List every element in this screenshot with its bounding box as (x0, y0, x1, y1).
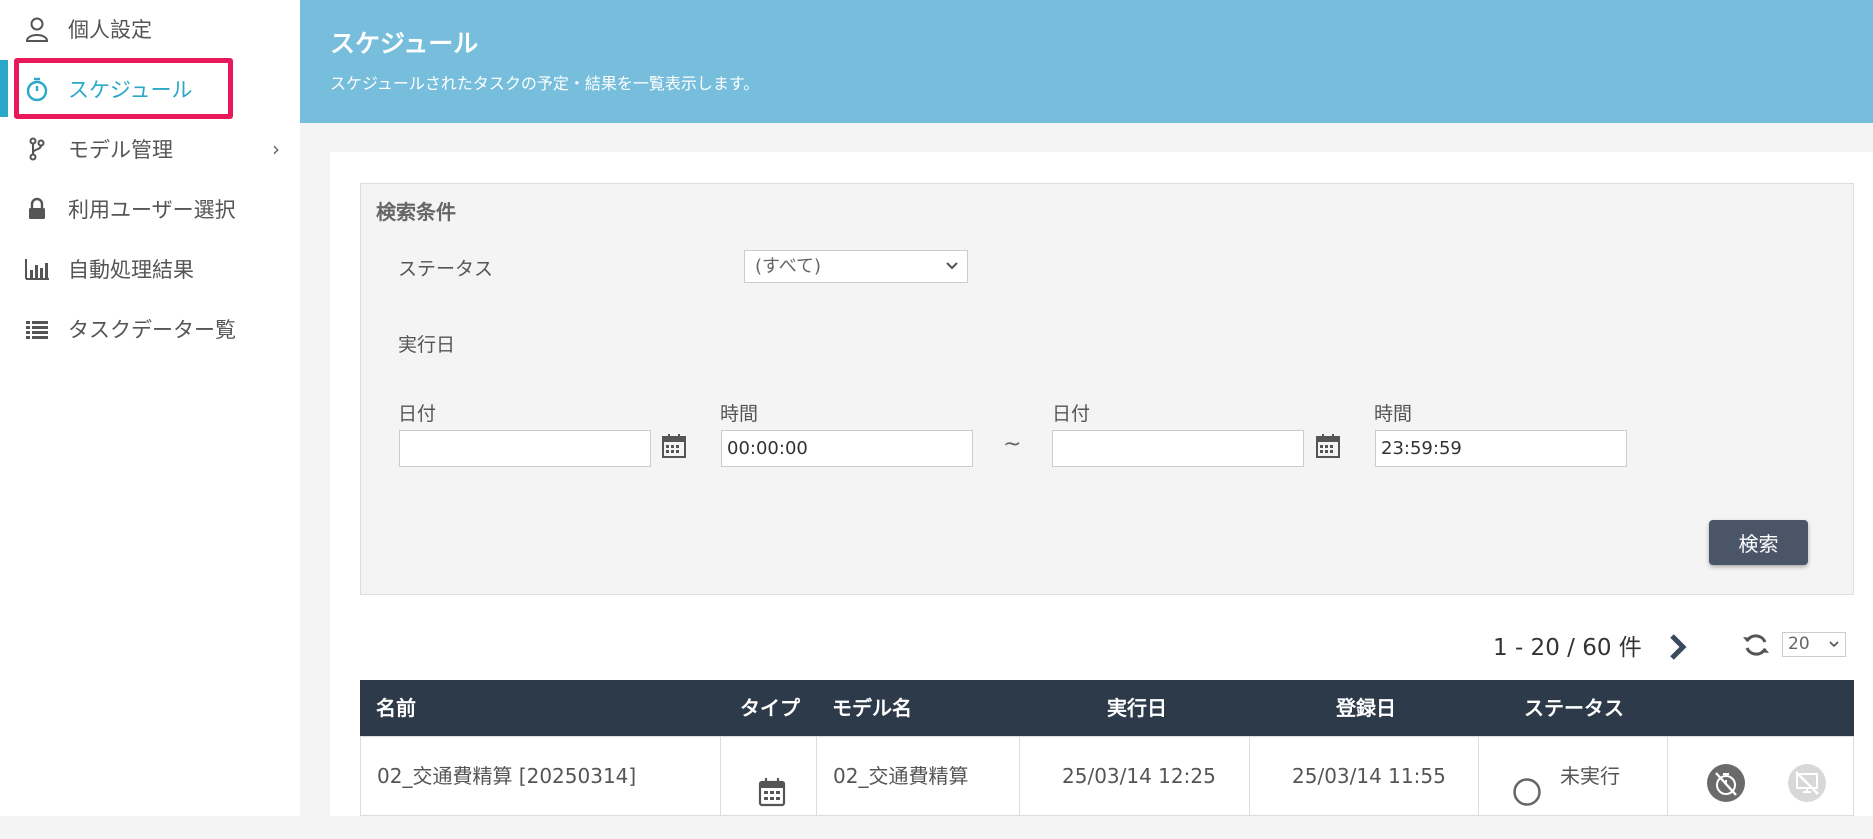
cell-reg-date: 25/03/14 11:55 (1292, 764, 1446, 788)
column-header-run-date[interactable]: 実行日 (1107, 680, 1167, 736)
cell-run-date: 25/03/14 12:25 (1062, 764, 1216, 788)
divider (720, 737, 721, 815)
page-size-select[interactable]: 20 (1782, 632, 1846, 657)
branch-icon (24, 136, 50, 162)
column-header-type[interactable]: タイプ (740, 680, 800, 736)
calendar-icon[interactable] (661, 433, 687, 459)
to-time-label: 時間 (1374, 403, 1413, 425)
next-page-icon[interactable] (1664, 630, 1692, 664)
table-header: 名前 タイプ モデル名 実行日 登録日 ステータス (360, 680, 1854, 736)
sidebar-item-user-select[interactable]: 利用ユーザー選択 (0, 181, 300, 237)
page-subtitle: スケジュールされたタスクの予定・結果を一覧表示します。 (330, 74, 760, 93)
user-icon (24, 16, 50, 42)
divider (816, 737, 817, 815)
sidebar-item-auto-results[interactable]: 自動処理結果 (0, 241, 300, 297)
divider (1667, 737, 1668, 815)
column-header-model[interactable]: モデル名 (832, 680, 912, 736)
divider (1019, 737, 1020, 815)
from-date-label: 日付 (398, 403, 437, 425)
column-header-name[interactable]: 名前 (376, 680, 416, 736)
from-time-label: 時間 (720, 403, 759, 425)
sidebar-item-task-data[interactable]: タスクデーター覧 (0, 301, 300, 357)
status-select-value: (すべて) (755, 256, 822, 277)
run-date-label: 実行日 (398, 334, 456, 356)
from-date-input[interactable] (399, 430, 651, 467)
range-separator: ~ (1003, 432, 1022, 457)
list-icon (24, 316, 50, 342)
chevron-down-icon (1828, 633, 1840, 664)
calendar-icon[interactable] (1315, 433, 1341, 459)
search-panel (360, 183, 1854, 595)
column-header-status[interactable]: ステータス (1524, 680, 1624, 736)
refresh-icon[interactable] (1741, 630, 1771, 660)
column-header-reg-date[interactable]: 登録日 (1336, 680, 1396, 736)
sidebar-item-label: 利用ユーザー選択 (68, 198, 236, 222)
disable-display-icon[interactable] (1787, 757, 1827, 802)
search-panel-title: 検索条件 (376, 200, 456, 224)
sidebar-item-label: タスクデーター覧 (68, 318, 236, 342)
calendar-icon (758, 761, 786, 807)
cell-status: 未実行 (1560, 764, 1620, 788)
table-row[interactable]: 02_交通費精算 [20250314] 02_交通費精算 25/03/14 12… (360, 736, 1854, 816)
sidebar-item-label: モデル管理 (68, 138, 173, 162)
divider (1478, 737, 1479, 815)
from-time-input[interactable]: 00:00:00 (721, 430, 973, 467)
pagination-summary: 1 - 20 / 60 件 (1493, 635, 1642, 661)
search-button[interactable]: 検索 (1709, 520, 1808, 565)
status-select[interactable]: (すべて) (744, 250, 968, 283)
sidebar: 個人設定 スケジュール モデル管理 › 利用ユーザー選択 自動処理結果 タスクデ… (0, 0, 300, 816)
highlight-box (14, 58, 233, 119)
bar-chart-icon (24, 256, 50, 282)
page-title: スケジュール (330, 29, 479, 58)
page-header: スケジュール スケジュールされたタスクの予定・結果を一覧表示します。 (300, 0, 1873, 123)
sidebar-item-label: 自動処理結果 (68, 258, 194, 282)
lock-icon (24, 196, 50, 222)
chevron-right-icon: › (272, 137, 280, 161)
page-size-value: 20 (1788, 634, 1810, 654)
chevron-down-icon (945, 251, 959, 294)
cell-model: 02_交通費精算 (833, 764, 969, 788)
status-label: ステータス (398, 258, 494, 280)
sidebar-item-personal-settings[interactable]: 個人設定 (0, 1, 300, 57)
status-circle-icon (1512, 761, 1542, 806)
cell-name[interactable]: 02_交通費精算 [20250314] (377, 737, 636, 815)
sidebar-item-label: 個人設定 (68, 18, 152, 42)
to-date-input[interactable] (1052, 430, 1304, 467)
sidebar-item-model-management[interactable]: モデル管理 › (0, 121, 300, 177)
to-date-label: 日付 (1052, 403, 1091, 425)
cancel-schedule-icon[interactable] (1706, 757, 1746, 802)
divider (1249, 737, 1250, 815)
to-time-input[interactable]: 23:59:59 (1375, 430, 1627, 467)
